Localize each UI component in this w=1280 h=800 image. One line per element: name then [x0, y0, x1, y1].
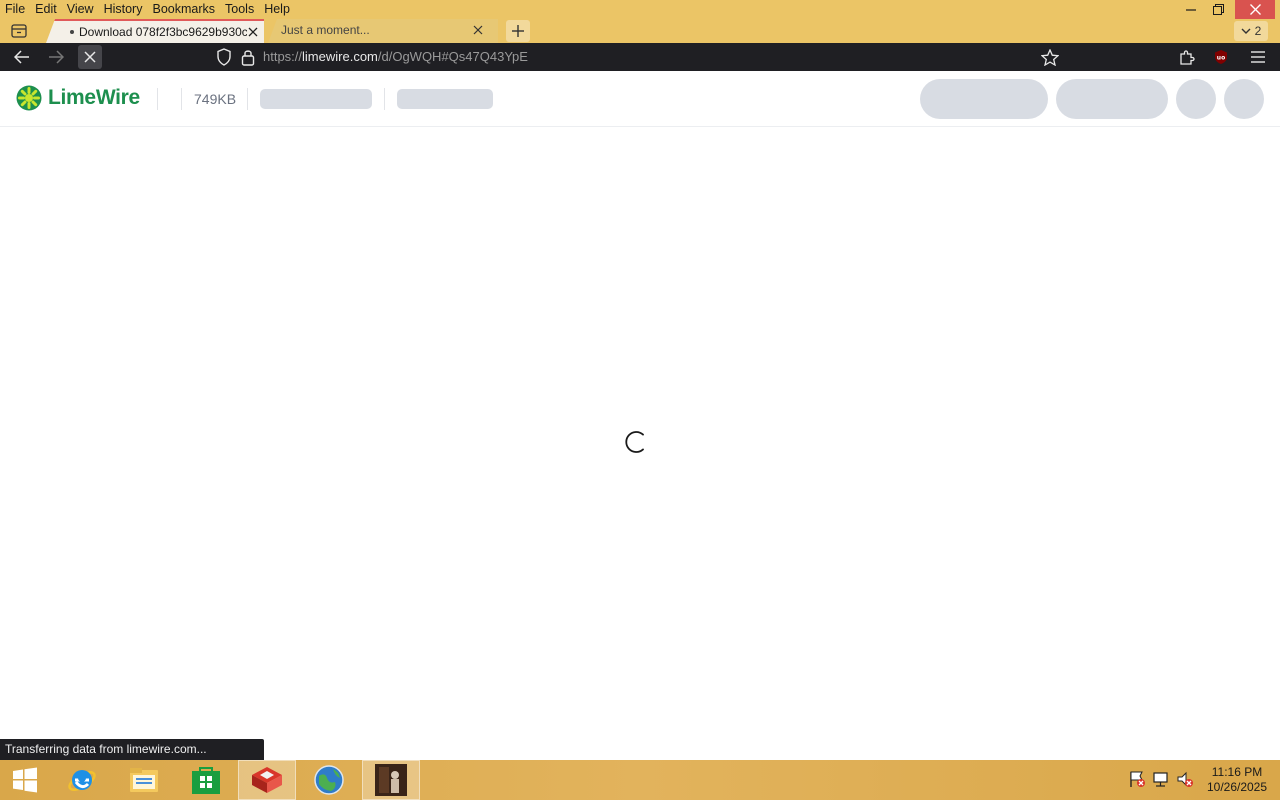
action-button-skeleton: [1056, 79, 1168, 119]
extensions-button[interactable]: [1174, 45, 1198, 69]
taskbar-internet-explorer[interactable]: [53, 760, 111, 800]
star-icon: [1041, 48, 1059, 66]
firefox-view-button[interactable]: [8, 21, 30, 41]
file-meta-skeleton: [397, 89, 493, 109]
limewire-lime-icon: [16, 85, 42, 111]
page-content: LimeWire 749KB: [0, 71, 1280, 760]
clock-time: 11:16 PM: [1211, 765, 1263, 779]
site-header: LimeWire 749KB: [0, 71, 1280, 127]
tab-count: 2: [1254, 24, 1262, 38]
system-tray: [1128, 760, 1194, 800]
menu-help[interactable]: Help: [259, 0, 295, 19]
close-icon: [248, 27, 258, 37]
menu-edit[interactable]: Edit: [30, 0, 62, 19]
url-bar[interactable]: https://limewire.com/d/OgWQH#Qs47Q43YpE: [263, 49, 528, 64]
windows-start-icon: [13, 767, 37, 793]
internet-explorer-icon: [68, 770, 96, 791]
close-icon: [1249, 4, 1261, 15]
taskbar-file-explorer[interactable]: [115, 760, 173, 800]
taskbar-store[interactable]: [177, 760, 235, 800]
globe-app-icon: [314, 765, 344, 795]
tab-download[interactable]: Download 078f2f3bc9629b930ce: [46, 19, 264, 43]
windows-taskbar: 11:16 PM 10/26/2025: [0, 760, 1280, 800]
close-window-button[interactable]: [1235, 0, 1275, 19]
menu-file[interactable]: File: [0, 0, 30, 19]
stop-loading-button[interactable]: [78, 45, 102, 69]
tab-strip: Download 078f2f3bc9629b930ce Just a mome…: [0, 19, 1280, 43]
limewire-logo[interactable]: LimeWire: [16, 85, 140, 111]
photo-app-icon: [375, 764, 407, 796]
firefox-view-icon: [11, 24, 27, 38]
red-app-icon: [252, 767, 282, 793]
loading-spinner-icon: [625, 431, 644, 453]
taskbar-clock[interactable]: 11:16 PM 10/26/2025: [1200, 765, 1274, 795]
close-icon: [473, 25, 483, 35]
file-explorer-icon: [130, 768, 158, 792]
hamburger-menu-icon: [1251, 51, 1265, 63]
taskbar-red-app[interactable]: [238, 760, 296, 800]
network-icon[interactable]: [1152, 770, 1170, 791]
close-icon: [84, 51, 96, 63]
file-size-label: 749KB: [194, 91, 237, 107]
taskbar-photo-app[interactable]: [362, 760, 420, 800]
list-all-tabs-button[interactable]: 2: [1234, 21, 1268, 41]
action-button-skeleton: [920, 79, 1048, 119]
tab-loading-dot: [70, 30, 74, 34]
avatar-skeleton: [1224, 79, 1264, 119]
url-host: limewire.com: [302, 49, 378, 64]
header-divider: [181, 88, 182, 110]
plus-icon: [512, 25, 524, 37]
arrow-left-icon: [14, 50, 29, 64]
puzzle-icon: [1179, 49, 1195, 65]
ublock-icon: uo: [1215, 50, 1227, 64]
file-name-skeleton: [260, 89, 372, 109]
logo-text: LimeWire: [48, 86, 140, 109]
menu-view[interactable]: View: [62, 0, 99, 19]
url-scheme: https://: [263, 49, 303, 64]
tab-title: Download 078f2f3bc9629b930ce: [79, 25, 247, 39]
tab-title: Just a moment...: [281, 23, 370, 37]
volume-muted-icon[interactable]: [1176, 770, 1194, 791]
menu-history[interactable]: History: [99, 0, 148, 19]
tracking-protection-shield-icon[interactable]: [216, 48, 232, 69]
menu-bar: File Edit View History Bookmarks Tools H…: [0, 0, 295, 19]
chevron-down-icon: [1241, 28, 1251, 34]
clock-date: 10/26/2025: [1206, 780, 1268, 794]
icon-button-skeleton: [1176, 79, 1216, 119]
taskbar-globe-app[interactable]: [300, 760, 358, 800]
store-icon: [192, 767, 220, 794]
ublock-origin-button[interactable]: uo: [1209, 45, 1233, 69]
app-menu-button[interactable]: [1246, 45, 1270, 69]
restore-icon: [1212, 4, 1224, 15]
back-button[interactable]: [10, 45, 34, 69]
restore-button[interactable]: [1199, 0, 1237, 19]
arrow-right-icon: [49, 50, 64, 64]
start-button[interactable]: [0, 760, 50, 800]
action-center-flag-icon[interactable]: [1128, 770, 1146, 791]
tab-just-a-moment[interactable]: Just a moment...: [268, 19, 498, 43]
svg-text:uo: uo: [1217, 55, 1225, 62]
forward-button[interactable]: [44, 45, 68, 69]
menu-tools[interactable]: Tools: [220, 0, 259, 19]
lock-icon[interactable]: [241, 48, 255, 69]
bookmark-star-button[interactable]: [1038, 45, 1062, 69]
menu-bookmarks[interactable]: Bookmarks: [147, 0, 220, 19]
tab-close-button[interactable]: [471, 23, 485, 37]
url-path: /d/OgWQH#Qs47Q43YpE: [377, 49, 528, 64]
navigation-toolbar: https://limewire.com/d/OgWQH#Qs47Q43YpE …: [0, 43, 1280, 71]
tab-close-button[interactable]: [246, 25, 260, 39]
header-divider: [157, 88, 158, 110]
new-tab-button[interactable]: [506, 20, 530, 42]
browser-titlebar: File Edit View History Bookmarks Tools H…: [0, 0, 1280, 43]
status-bar: Transferring data from limewire.com...: [0, 739, 264, 760]
header-divider: [384, 88, 385, 110]
header-divider: [247, 88, 248, 110]
minimize-icon: [1186, 8, 1196, 11]
